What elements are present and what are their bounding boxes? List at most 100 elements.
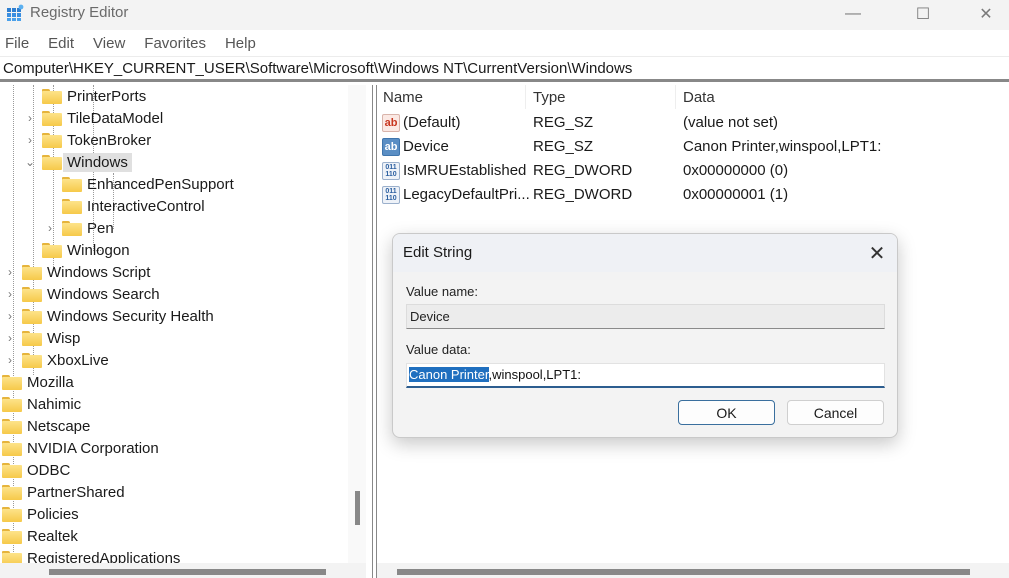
folder-icon bbox=[22, 264, 42, 280]
value-data-input[interactable]: Canon Printer,winspool,LPT1: bbox=[406, 363, 885, 388]
cell-name: Device bbox=[403, 138, 449, 155]
tree-item[interactable]: › Pen bbox=[44, 217, 114, 239]
cell-type: REG_SZ bbox=[533, 114, 594, 131]
registry-editor-icon bbox=[7, 4, 24, 21]
chevron-right-icon[interactable]: › bbox=[24, 133, 36, 147]
list-row[interactable]: 011 110 LegacyDefaultPri... REG_DWORD 0x0000… bbox=[377, 183, 1009, 207]
minimize-button[interactable]: — bbox=[830, 0, 876, 28]
folder-icon bbox=[2, 462, 22, 478]
tree-item-label: PrinterPorts bbox=[67, 87, 147, 105]
registry-tree: PrinterPorts › TileDataModel › TokenBroker ⌄ W… bbox=[0, 85, 372, 578]
list-horizontal-scroll-thumb[interactable] bbox=[397, 569, 970, 575]
chevron-right-icon[interactable]: › bbox=[4, 309, 16, 323]
menu-help[interactable]: Help bbox=[225, 35, 256, 52]
list-row[interactable]: ab Device REG_SZ Canon Printer,winspool,LPT… bbox=[377, 135, 1009, 159]
tree-item[interactable]: ⌄ Windows bbox=[24, 151, 132, 173]
folder-icon bbox=[42, 154, 62, 170]
tree-item-label: Winlogon bbox=[67, 241, 130, 259]
cell-type: REG_SZ bbox=[533, 138, 594, 155]
menu-favorites[interactable]: Favorites bbox=[144, 35, 206, 52]
close-window-button[interactable]: ✕ bbox=[963, 0, 1009, 28]
title-bar: Registry Editor — ☐ ✕ bbox=[0, 0, 1009, 30]
cell-data: 0x00000000 (0) bbox=[683, 162, 789, 179]
chevron-right-icon[interactable]: › bbox=[24, 111, 36, 125]
folder-icon bbox=[2, 374, 22, 390]
folder-icon bbox=[2, 440, 22, 456]
folder-icon bbox=[2, 506, 22, 522]
chevron-down-icon[interactable]: ⌄ bbox=[24, 155, 36, 169]
folder-icon bbox=[2, 528, 22, 544]
folder-icon bbox=[22, 308, 42, 324]
menu-view[interactable]: View bbox=[93, 35, 125, 52]
list-row[interactable]: 011 110 IsMRUEstablished REG_DWORD 0x0000000… bbox=[377, 159, 1009, 183]
tree-item-label: EnhancedPenSupport bbox=[87, 175, 234, 193]
tree-item[interactable]: ›Policies bbox=[0, 503, 79, 525]
list-row[interactable]: ab (Default) REG_SZ (value not set) bbox=[377, 111, 1009, 135]
column-header-type[interactable]: Type bbox=[533, 89, 566, 106]
tree-item-label: TileDataModel bbox=[67, 109, 164, 127]
tree-item-label: Netscape bbox=[27, 417, 91, 435]
tree-item[interactable]: EnhancedPenSupport bbox=[44, 173, 234, 195]
tree-item-label: Windows Search bbox=[47, 285, 160, 303]
menu-bar: File Edit View Favorites Help bbox=[0, 30, 1009, 57]
tree-item-label: Windows bbox=[63, 152, 132, 172]
tree-item[interactable]: PrinterPorts bbox=[24, 85, 146, 107]
tree-item[interactable]: › TileDataModel bbox=[24, 107, 163, 129]
tree-vertical-scroll-thumb[interactable] bbox=[355, 491, 360, 525]
chevron-right-icon[interactable]: › bbox=[4, 287, 16, 301]
tree-item-label: Windows Security Health bbox=[47, 307, 214, 325]
string-value-icon: ab bbox=[382, 138, 400, 156]
cell-data: 0x00000001 (1) bbox=[683, 186, 789, 203]
tree-item[interactable]: › Wisp bbox=[4, 327, 80, 349]
tree-item[interactable]: ›Netscape bbox=[0, 415, 90, 437]
unselected-text: ,winspool,LPT1: bbox=[488, 367, 582, 382]
chevron-right-icon[interactable]: › bbox=[44, 221, 56, 235]
binary-value-icon: 011 110 bbox=[382, 162, 400, 180]
binary-value-icon: 011 110 bbox=[382, 186, 400, 204]
tree-item-label: NVIDIA Corporation bbox=[27, 439, 159, 457]
tree-item[interactable]: › Windows Script bbox=[4, 261, 150, 283]
tree-item[interactable]: ›Realtek bbox=[0, 525, 78, 547]
cell-name: LegacyDefaultPri... bbox=[403, 186, 530, 203]
column-divider[interactable] bbox=[675, 85, 676, 109]
cancel-button[interactable]: Cancel bbox=[787, 400, 884, 425]
tree-item[interactable]: › Windows Security Health bbox=[4, 305, 214, 327]
value-data-label: Value data: bbox=[406, 342, 471, 357]
tree-item[interactable]: › Windows Search bbox=[4, 283, 160, 305]
tree-horizontal-scroll-thumb[interactable] bbox=[49, 569, 326, 575]
chevron-right-icon[interactable]: › bbox=[4, 331, 16, 345]
menu-edit[interactable]: Edit bbox=[48, 35, 74, 52]
tree-item[interactable]: ›PartnerShared bbox=[0, 481, 125, 503]
tree-item[interactable]: › XboxLive bbox=[4, 349, 109, 371]
folder-icon bbox=[42, 88, 62, 104]
column-header-name[interactable]: Name bbox=[383, 89, 423, 106]
dialog-close-button[interactable]: ✕ bbox=[863, 240, 891, 266]
maximize-button[interactable]: ☐ bbox=[900, 0, 946, 28]
tree-item[interactable]: ›Nahimic bbox=[0, 393, 81, 415]
tree-item[interactable]: ›ODBC bbox=[0, 459, 70, 481]
menu-file[interactable]: File bbox=[5, 35, 29, 52]
ok-button[interactable]: OK bbox=[678, 400, 775, 425]
tree-item-label: Mozilla bbox=[27, 373, 74, 391]
value-name-field: Device bbox=[406, 304, 885, 329]
cell-data: Canon Printer,winspool,LPT1: bbox=[683, 138, 882, 155]
chevron-right-icon[interactable]: › bbox=[4, 353, 16, 367]
tree-item[interactable]: Winlogon bbox=[24, 239, 130, 261]
tree-item-label: PartnerShared bbox=[27, 483, 125, 501]
address-bar[interactable]: Computer\HKEY_CURRENT_USER\Software\Micr… bbox=[0, 58, 1009, 82]
tree-item-label: InteractiveControl bbox=[87, 197, 205, 215]
tree-viewport: PrinterPorts › TileDataModel › TokenBroker ⌄ W… bbox=[0, 85, 348, 568]
folder-icon bbox=[62, 176, 82, 192]
tree-item[interactable]: InteractiveControl bbox=[44, 195, 205, 217]
chevron-right-icon[interactable]: › bbox=[4, 265, 16, 279]
dialog-title: Edit String bbox=[403, 244, 473, 261]
tree-item[interactable]: › TokenBroker bbox=[24, 129, 151, 151]
folder-icon bbox=[42, 242, 62, 258]
column-header-data[interactable]: Data bbox=[683, 89, 715, 106]
tree-item-label: TokenBroker bbox=[67, 131, 152, 149]
column-divider[interactable] bbox=[525, 85, 526, 109]
tree-item[interactable]: ›NVIDIA Corporation bbox=[0, 437, 159, 459]
tree-item[interactable]: ›Mozilla bbox=[0, 371, 74, 393]
list-header: Name Type Data bbox=[377, 85, 1009, 109]
